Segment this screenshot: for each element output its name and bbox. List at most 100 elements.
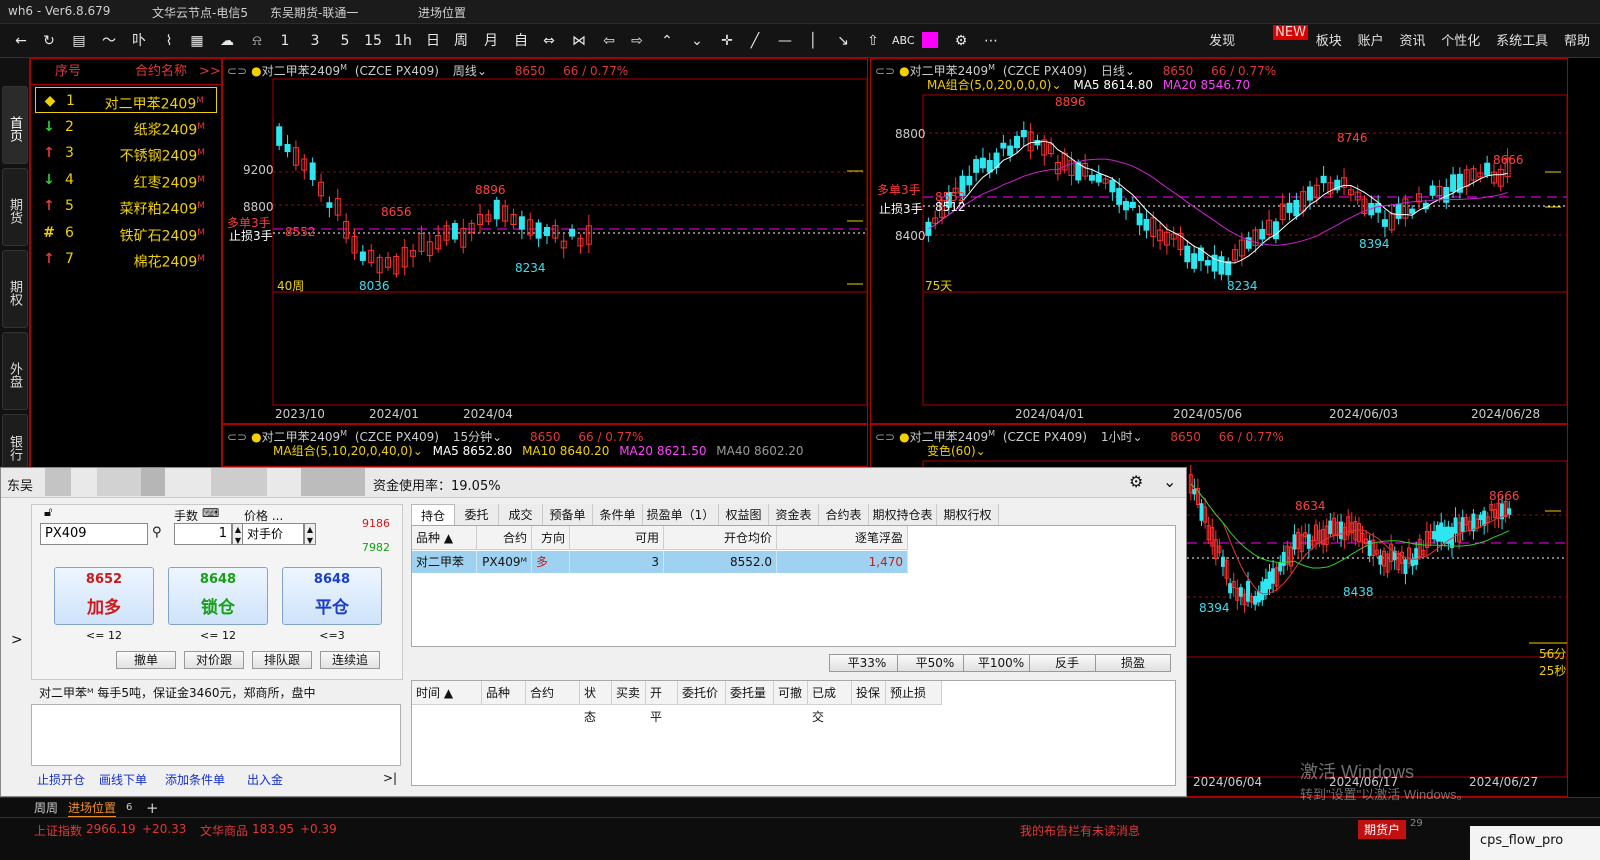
- chevron-down-icon[interactable]: ⌄: [492, 430, 502, 444]
- deposit-withdraw-link[interactable]: 出入金: [247, 771, 283, 788]
- futures-account-badge[interactable]: 期货户: [1358, 820, 1407, 839]
- close-50-button[interactable]: 平50%: [897, 654, 973, 672]
- ma-group-select[interactable]: MA组合(5,10,20,0,40,0): [273, 444, 413, 458]
- col-name[interactable]: 合约名称: [135, 59, 187, 85]
- side-tab-foreign[interactable]: 外盘: [2, 332, 28, 410]
- pos-header[interactable]: 逐笔浮盈: [777, 526, 908, 550]
- hline-tool-icon[interactable]: —: [774, 30, 796, 52]
- watchlist-row[interactable]: ↑ 3 不锈钢2409M: [35, 140, 217, 166]
- order-header[interactable]: 时间 ▲: [412, 681, 482, 705]
- stop-profit-button[interactable]: 损盈: [1095, 654, 1171, 672]
- chevron-down-icon[interactable]: ⌄: [413, 444, 423, 458]
- search-icon[interactable]: ⚲: [152, 525, 162, 540]
- pos-header[interactable]: 开仓均价: [664, 526, 777, 550]
- vline-tool-icon[interactable]: │: [802, 30, 824, 52]
- notice-link[interactable]: 我的布告栏有未读消息: [1020, 822, 1140, 839]
- trade-tab[interactable]: 条件单: [593, 504, 643, 526]
- order-header[interactable]: 状态: [580, 681, 612, 724]
- side-tab-futures[interactable]: 期货: [2, 168, 28, 246]
- pos-header[interactable]: 方向: [532, 526, 570, 550]
- order-header[interactable]: 开平: [646, 681, 678, 724]
- queue-follow-button[interactable]: 排队跟: [252, 651, 312, 669]
- pos-available[interactable]: 3: [570, 551, 664, 573]
- candle-icon[interactable]: 卟: [128, 30, 150, 52]
- order-header[interactable]: 委托价: [678, 681, 726, 705]
- trade-tab[interactable]: 权益图: [719, 504, 769, 526]
- trade-tab[interactable]: 期权持仓表: [869, 504, 937, 526]
- menu-news[interactable]: 资讯: [1399, 34, 1425, 49]
- zoom-in-icon[interactable]: ⇔: [538, 30, 560, 52]
- draw-order-link[interactable]: 画线下单: [99, 771, 147, 788]
- trade-tab[interactable]: 委托: [455, 504, 499, 526]
- watchlist-more-button[interactable]: >>: [199, 59, 221, 85]
- scroll-down-icon[interactable]: ⌄: [686, 30, 708, 52]
- reverse-button[interactable]: 反手: [1029, 654, 1105, 672]
- crosshair-icon[interactable]: ✛: [716, 30, 738, 52]
- settings-icon[interactable]: ⚙: [950, 30, 972, 52]
- watchlist-row[interactable]: ↑ 7 棉花2409M: [35, 246, 217, 272]
- order-header[interactable]: 投保: [852, 681, 886, 705]
- period-1h-button[interactable]: 1h: [392, 30, 414, 52]
- arrow-tool-icon[interactable]: ↘: [832, 30, 854, 52]
- cloud-icon[interactable]: ☁: [216, 30, 238, 52]
- qty-preset-icon[interactable]: ⌨: [202, 506, 219, 520]
- refresh-icon[interactable]: ↻: [38, 30, 60, 52]
- side-tab-options[interactable]: 期权: [2, 250, 28, 328]
- more-icon[interactable]: ⋯: [980, 30, 1002, 52]
- order-header[interactable]: 预止损: [886, 681, 942, 705]
- draw-tool-icon[interactable]: ⌇: [158, 30, 180, 52]
- order-header[interactable]: 委托量: [726, 681, 774, 705]
- trade-tab[interactable]: 合约表: [819, 504, 869, 526]
- add-long-button[interactable]: 8652 加多: [54, 567, 154, 625]
- price-stepper[interactable]: ▲ ▼: [304, 523, 316, 545]
- trade-tab[interactable]: 成交: [499, 504, 543, 526]
- price-mode-input[interactable]: 对手价: [242, 523, 304, 545]
- order-header[interactable]: 已成交: [808, 681, 852, 724]
- add-tab-button[interactable]: +: [146, 798, 159, 818]
- period-3-button[interactable]: 3: [304, 30, 326, 52]
- watchlist-row[interactable]: ↓ 4 红枣2409M: [35, 167, 217, 193]
- workspace-tab-2[interactable]: 进场位置: [68, 798, 117, 818]
- trade-tab[interactable]: 期权行权: [937, 504, 999, 526]
- trade-tab[interactable]: 资金表: [769, 504, 819, 526]
- cancel-order-button[interactable]: 撤单: [116, 651, 176, 669]
- scroll-left-icon[interactable]: ⇦: [598, 30, 620, 52]
- pos-header[interactable]: 合约: [477, 526, 532, 550]
- chart-panel-daily[interactable]: ⊂⊃ ●对二甲苯2409M (CZCE PX409) 日线⌄ 8650 66 / …: [870, 58, 1568, 424]
- watchlist-row[interactable]: #6 铁矿石2409M: [35, 220, 217, 246]
- scroll-up-icon[interactable]: ⌃: [656, 30, 678, 52]
- pos-product[interactable]: 对二甲苯: [412, 551, 477, 573]
- lock-position-button[interactable]: 8648 锁仓: [168, 567, 268, 625]
- up-arrow-tool-icon[interactable]: ⇧: [862, 30, 884, 52]
- period-1-button[interactable]: 1: [274, 30, 296, 52]
- pos-pnl[interactable]: 1,470: [777, 551, 908, 573]
- trade-tab[interactable]: 预备单: [543, 504, 593, 526]
- unlock-icon[interactable]: 🔓︎: [44, 505, 52, 520]
- menu-sector[interactable]: 板块: [1316, 34, 1342, 49]
- gear-icon[interactable]: ⚙: [1129, 472, 1143, 491]
- watchlist-row[interactable]: ↓ 2 纸浆2409M: [35, 114, 217, 140]
- chase-price-button[interactable]: 对价跟: [184, 651, 244, 669]
- order-header[interactable]: 买卖: [612, 681, 646, 705]
- stop-open-link[interactable]: 止损开仓: [37, 771, 85, 788]
- close-33-button[interactable]: 平33%: [829, 654, 905, 672]
- line-chart-icon[interactable]: 〜: [98, 30, 120, 52]
- text-tool-button[interactable]: ABC: [892, 30, 915, 52]
- list-icon[interactable]: ▤: [68, 30, 90, 52]
- side-tab-home[interactable]: 首页: [2, 86, 28, 164]
- order-header[interactable]: 可撤: [774, 681, 808, 705]
- watchlist-row[interactable]: ◆ 1 对二甲苯2409M: [35, 87, 217, 113]
- pos-header[interactable]: 可用: [570, 526, 664, 550]
- workspace-tab-1[interactable]: 周周: [34, 798, 58, 818]
- period-week-button[interactable]: 周: [450, 30, 472, 52]
- color-picker-icon[interactable]: [922, 32, 938, 48]
- symbol-input[interactable]: PX409: [40, 523, 148, 545]
- period-month-button[interactable]: 月: [480, 30, 502, 52]
- watchlist-row[interactable]: ↑ 5 菜籽粕2409M: [35, 193, 217, 219]
- collapse-panel-icon[interactable]: >|: [383, 771, 397, 785]
- chart-panel-15min[interactable]: ⊂⊃ ●对二甲苯2409M (CZCE PX409) 15分钟⌄ 8650 66 …: [222, 424, 868, 467]
- period-select[interactable]: 15分钟: [453, 430, 492, 444]
- close-100-button[interactable]: 平100%: [963, 654, 1039, 672]
- period-day-button[interactable]: 日: [422, 30, 444, 52]
- chart-panel-weekly[interactable]: ⊂⊃ ●对二甲苯2409M (CZCE PX409) 周线⌄ 8650 66 / …: [222, 58, 868, 424]
